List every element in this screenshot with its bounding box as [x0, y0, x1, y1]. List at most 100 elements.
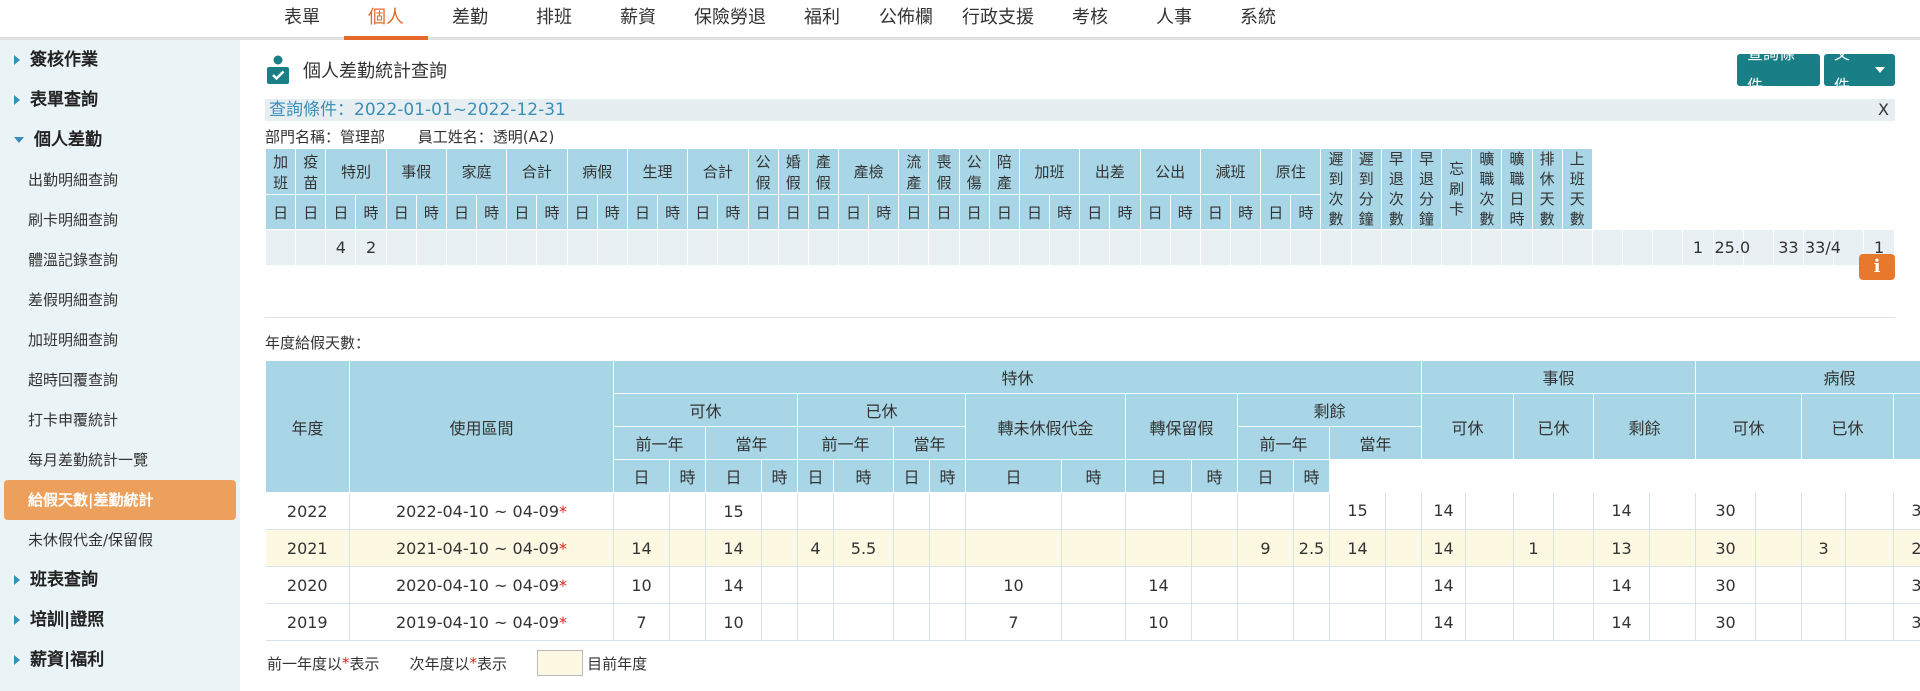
- top-nav-item[interactable]: 表單: [260, 0, 344, 37]
- stat-metric-header: 曠職 次數: [1471, 148, 1503, 230]
- sidebar-sub-item[interactable]: 體溫記錄查詢: [0, 240, 240, 280]
- leave-header-cell: 已休: [1513, 393, 1595, 460]
- stat-cell: [687, 229, 719, 266]
- top-nav-item[interactable]: 考核: [1048, 0, 1132, 37]
- query-conditions-bar: 查詢條件：2022-01-01~2022-12-31 X: [265, 99, 1895, 121]
- close-icon[interactable]: X: [1878, 99, 1889, 121]
- table-row: 4 2 1 25.0 33 33/4 1: [264, 229, 1895, 266]
- caret-down-icon: [14, 137, 24, 143]
- leave-cell: 14: [1593, 566, 1651, 604]
- query-conditions-button[interactable]: 查詢條件: [1737, 44, 1820, 95]
- stat-cell: [445, 229, 478, 266]
- stat-unit-header: 時: [415, 194, 447, 230]
- leave-cell: 14: [1593, 492, 1651, 530]
- top-nav-item[interactable]: 差勤: [428, 0, 512, 37]
- sidebar-group[interactable]: 薪資|福利: [0, 640, 240, 680]
- leave-cell: [1293, 492, 1330, 530]
- leave-header-cell: 前一年: [613, 426, 706, 460]
- range-text: 2022-04-10 ~ 04-09: [395, 501, 560, 521]
- stat-group-header: 出差: [1079, 147, 1141, 196]
- leave-cell: [669, 492, 706, 530]
- stat-group-header: 婚假: [777, 147, 809, 196]
- sidebar-sub-item[interactable]: 每月差勤統計一覽: [0, 440, 240, 480]
- stat-unit-header: 時: [717, 194, 749, 230]
- leave-cell: [1191, 529, 1238, 567]
- stat-cell: [1049, 229, 1081, 266]
- leave-cell: [613, 492, 670, 530]
- sidebar-sub-item[interactable]: 超時回覆查詢: [0, 360, 240, 400]
- leave-cell: [1465, 529, 1515, 567]
- leave-cell: [893, 529, 930, 567]
- leave-cell: [1755, 566, 1803, 604]
- sidebar-sub-item[interactable]: 打卡申覆統計: [0, 400, 240, 440]
- top-nav-item[interactable]: 人事: [1132, 0, 1216, 37]
- unit-header: 時: [929, 459, 966, 493]
- stat-unit-header: 日: [1139, 194, 1171, 230]
- stat-unit-header: 日: [325, 194, 357, 230]
- stat-metric-header-part: 遲到: [1358, 150, 1374, 188]
- sidebar-sub-item[interactable]: 加班明細查詢: [0, 320, 240, 360]
- leave-cell: 7: [965, 603, 1062, 641]
- unit-header: 時: [1191, 459, 1238, 493]
- leave-cell: 14: [705, 566, 762, 604]
- sidebar-group-label: 表單查詢: [30, 90, 98, 110]
- stat-cell: 1: [1682, 229, 1714, 266]
- unit-header: 日: [893, 459, 930, 493]
- stat-cell: [536, 229, 568, 266]
- prev-year-star: *: [559, 575, 568, 595]
- sidebar-sub-item[interactable]: 差假明細查詢: [0, 280, 240, 320]
- stat-cell: [1139, 229, 1171, 266]
- stat-group-header: 產檢: [837, 147, 900, 196]
- leave-cell: 2.5: [1293, 529, 1330, 567]
- sidebar-sub-item[interactable]: 刷卡明細查詢: [0, 200, 240, 240]
- stat-metric-header-part: 次數: [1479, 190, 1495, 228]
- sidebar-sub-item[interactable]: 給假天數|差勤統計: [4, 480, 236, 520]
- top-nav-item[interactable]: 福利: [780, 0, 864, 37]
- stat-cell: [1079, 229, 1111, 266]
- leave-cell: [1801, 492, 1847, 530]
- file-dropdown-button[interactable]: 文件: [1823, 44, 1895, 95]
- sidebar-group-label: 班表查詢: [30, 570, 98, 590]
- stat-cell: [1531, 229, 1563, 266]
- leave-cell: 30: [1695, 603, 1757, 641]
- sidebar-group-label: 薪資|福利: [30, 650, 105, 670]
- stat-cell: 25.0: [1712, 229, 1750, 266]
- year-header: 年度: [265, 360, 350, 493]
- caret-right-icon: [14, 55, 20, 65]
- top-nav-item[interactable]: 保險勞退: [680, 0, 780, 37]
- stat-unit-header: 日: [988, 194, 1020, 230]
- sidebar-sub-item[interactable]: 未休假代金/保留假: [0, 520, 240, 560]
- current-year-swatch: [537, 650, 584, 676]
- top-nav-item[interactable]: 公佈欄: [864, 0, 948, 37]
- leave-cell: [1237, 603, 1294, 641]
- stat-group-header: 事假: [385, 147, 447, 196]
- top-nav-item[interactable]: 行政支援: [948, 0, 1048, 37]
- info-icon[interactable]: i: [1859, 254, 1895, 280]
- top-nav-item[interactable]: 薪資: [596, 0, 680, 37]
- leave-cell: [1465, 566, 1515, 604]
- stat-cell: [566, 229, 598, 266]
- stat-unit-header: 日: [687, 194, 719, 230]
- sidebar-group[interactable]: 表單查詢: [0, 80, 240, 120]
- top-nav-item[interactable]: 排班: [512, 0, 596, 37]
- sidebar-group[interactable]: 簽核作業: [0, 40, 240, 80]
- sidebar-sub-item[interactable]: 出勤明細查詢: [0, 160, 240, 200]
- stat-cell: [657, 229, 689, 266]
- stat-cell: [928, 229, 960, 266]
- top-nav-item[interactable]: 個人: [344, 0, 428, 40]
- stat-unit-header: 日: [626, 194, 659, 230]
- leave-cell: 30: [1695, 529, 1757, 567]
- top-nav-item[interactable]: 系統: [1216, 0, 1300, 37]
- stat-unit-header: 日: [928, 194, 960, 230]
- annual-leave-label: 年度給假天數：: [265, 334, 371, 352]
- sidebar-group[interactable]: 班表查詢: [0, 560, 240, 600]
- leave-cell: [1553, 529, 1595, 567]
- leave-header-cell: 前一年: [1237, 426, 1330, 460]
- leave-cell: [1801, 566, 1847, 604]
- sidebar-group[interactable]: 個人差勤: [0, 120, 240, 160]
- range-cell: 2020-04-10 ~ 04-09*: [349, 566, 614, 604]
- unit-header: 時: [1061, 459, 1126, 493]
- sidebar-group[interactable]: 培訓|證照: [0, 600, 240, 640]
- unit-header: 時: [833, 459, 894, 493]
- leave-cell: [1649, 566, 1697, 604]
